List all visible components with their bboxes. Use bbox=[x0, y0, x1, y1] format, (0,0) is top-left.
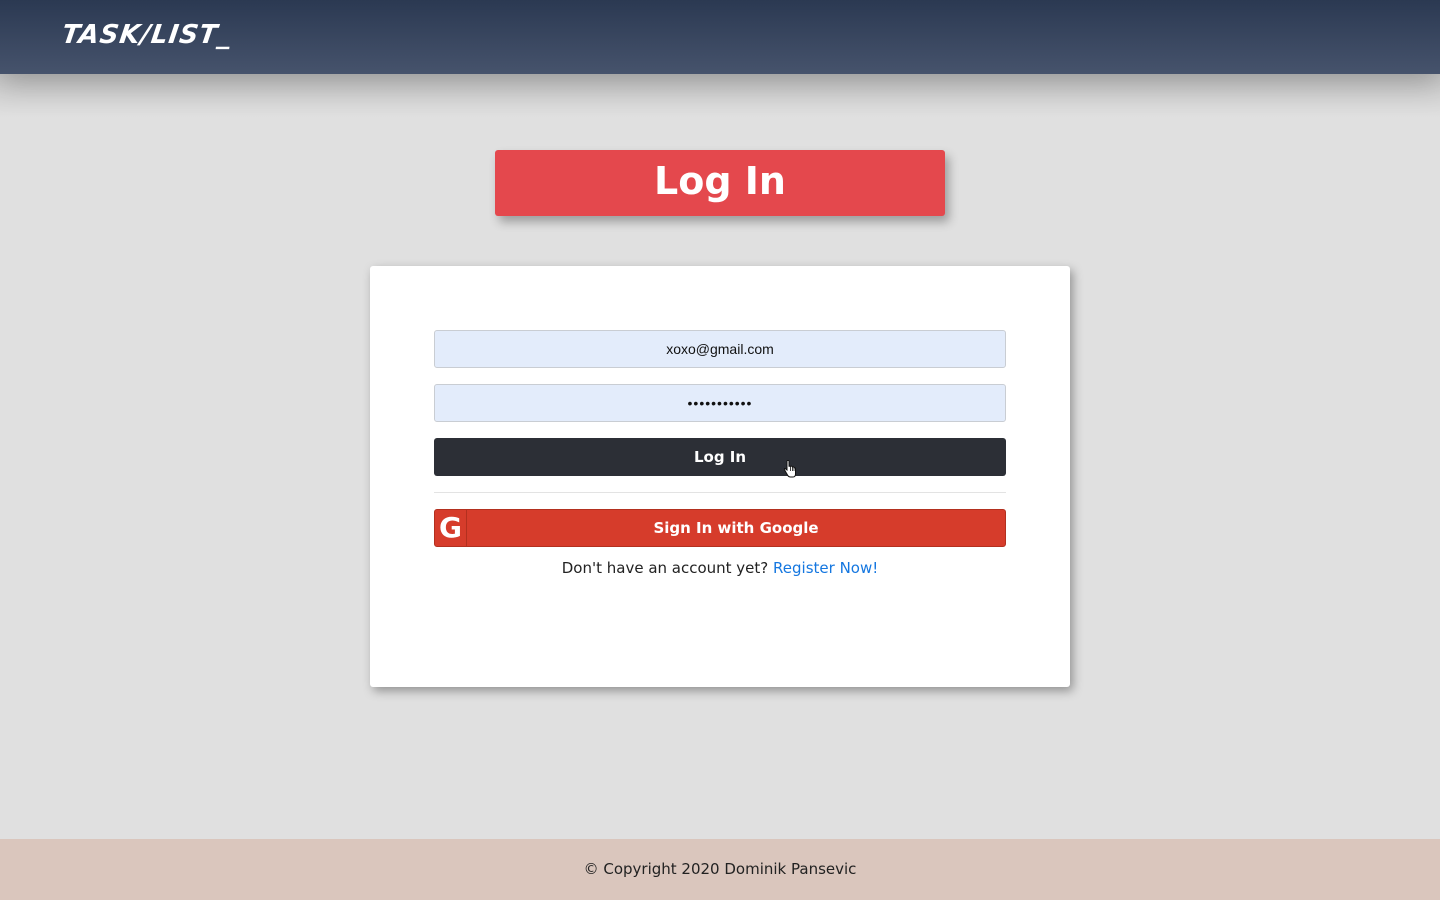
navbar: TASK/LIST_ bbox=[0, 0, 1440, 74]
pointer-cursor-icon bbox=[783, 460, 796, 478]
divider bbox=[434, 492, 1006, 493]
google-signin-label: Sign In with Google bbox=[653, 519, 819, 537]
brand-logo[interactable]: TASK/LIST_ bbox=[60, 20, 234, 50]
footer: © Copyright 2020 Dominik Pansevic bbox=[0, 839, 1440, 900]
password-field[interactable] bbox=[434, 384, 1006, 422]
login-button[interactable]: Log In bbox=[434, 438, 1006, 476]
login-card: Log In G Sign In with Google Don't have … bbox=[370, 266, 1070, 687]
navbar-shadow bbox=[0, 74, 1440, 118]
google-signin-button[interactable]: G Sign In with Google bbox=[434, 509, 1006, 547]
register-prompt-line: Don't have an account yet? Register Now! bbox=[370, 559, 1070, 577]
google-icon: G bbox=[435, 510, 467, 546]
register-link[interactable]: Register Now! bbox=[773, 559, 878, 577]
page-title: Log In bbox=[495, 150, 945, 216]
register-prompt: Don't have an account yet? bbox=[561, 559, 769, 577]
copyright-text: © Copyright 2020 Dominik Pansevic bbox=[583, 860, 857, 878]
email-field[interactable] bbox=[434, 330, 1006, 368]
